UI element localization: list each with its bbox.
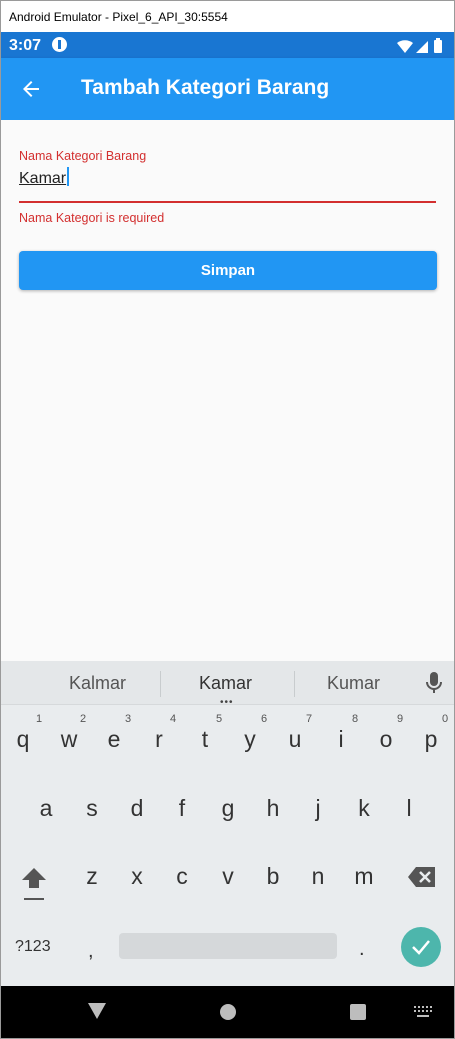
status-icons [396, 38, 446, 54]
key-o[interactable]: 9o [366, 711, 406, 769]
key-w[interactable]: 2w [49, 711, 89, 769]
key-u[interactable]: 7u [275, 711, 315, 769]
key-p[interactable]: 0p [411, 711, 451, 769]
key-g[interactable]: g [208, 779, 248, 837]
keyboard-switch-icon[interactable] [414, 1005, 432, 1017]
form-content: Nama Kategori Barang Kamar Nama Kategori… [1, 120, 454, 661]
key-i[interactable]: 8i [321, 711, 361, 769]
symbols-key[interactable]: ?123 [15, 938, 51, 956]
microphone-icon[interactable] [425, 671, 443, 695]
nav-back-icon[interactable] [87, 1002, 107, 1025]
key-y[interactable]: 6y [230, 711, 270, 769]
key-e[interactable]: 3e [94, 711, 134, 769]
battery-icon [434, 40, 442, 53]
space-key[interactable] [119, 933, 337, 959]
key-k[interactable]: k [344, 779, 384, 837]
key-t[interactable]: 5t [185, 711, 225, 769]
signal-icon [416, 41, 428, 53]
save-button[interactable]: Simpan [19, 251, 437, 290]
navigation-bar [1, 986, 454, 1038]
enter-check-icon[interactable] [401, 927, 441, 967]
key-a[interactable]: a [26, 779, 66, 837]
window-titlebar: Android Emulator - Pixel_6_API_30:5554 [1, 1, 454, 32]
text-cursor [67, 167, 70, 186]
suggestion-divider [160, 671, 161, 697]
input-underline [19, 201, 436, 203]
nav-home-icon[interactable] [220, 1004, 236, 1020]
key-d[interactable]: d [117, 779, 157, 837]
suggestion-center[interactable]: Kamar [199, 673, 252, 694]
suggestion-right[interactable]: Kumar [327, 673, 380, 694]
app-bar: Tambah Kategori Barang [1, 58, 454, 120]
status-time: 3:07 [9, 37, 42, 54]
validation-error: Nama Kategori is required [19, 211, 165, 225]
category-name-input[interactable]: Kamar [19, 167, 435, 195]
key-v[interactable]: v [208, 847, 248, 905]
key-r[interactable]: 4r [139, 711, 179, 769]
key-m[interactable]: m [344, 847, 384, 905]
suggestion-divider [294, 671, 295, 697]
category-name-label: Nama Kategori Barang [19, 149, 147, 163]
key-n[interactable]: n [298, 847, 338, 905]
key-f[interactable]: f [162, 779, 202, 837]
suggestion-left[interactable]: Kalmar [69, 673, 126, 694]
key-x[interactable]: x [117, 847, 157, 905]
key-q[interactable]: 1q [3, 711, 43, 769]
nav-recents-icon[interactable] [350, 1004, 366, 1020]
key-j[interactable]: j [298, 779, 338, 837]
key-b[interactable]: b [253, 847, 293, 905]
suggestion-more-dots: ••• [220, 697, 234, 708]
shift-icon[interactable] [19, 863, 49, 903]
key-h[interactable]: h [253, 779, 293, 837]
suggestion-strip: Kalmar Kamar ••• Kumar [1, 661, 454, 708]
wifi-icon [397, 40, 413, 53]
key-l[interactable]: l [389, 779, 429, 837]
back-arrow-icon[interactable] [19, 77, 43, 101]
page-title: Tambah Kategori Barang [81, 76, 330, 99]
window-title: Android Emulator - Pixel_6_API_30:5554 [9, 10, 228, 24]
category-name-value: Kamar [19, 170, 67, 187]
notification-icon [52, 37, 67, 52]
key-s[interactable]: s [72, 779, 112, 837]
emulator-window: Android Emulator - Pixel_6_API_30:5554 3… [0, 0, 455, 1039]
key-c[interactable]: c [162, 847, 202, 905]
soft-keyboard: Kalmar Kamar ••• Kumar 1q 2w 3e 4r 5t 6y… [1, 661, 454, 986]
status-bar: 3:07 [1, 32, 454, 58]
key-z[interactable]: z [72, 847, 112, 905]
backspace-icon[interactable] [407, 866, 437, 888]
period-key[interactable]: . [359, 938, 365, 961]
comma-key[interactable]: , [88, 940, 94, 963]
